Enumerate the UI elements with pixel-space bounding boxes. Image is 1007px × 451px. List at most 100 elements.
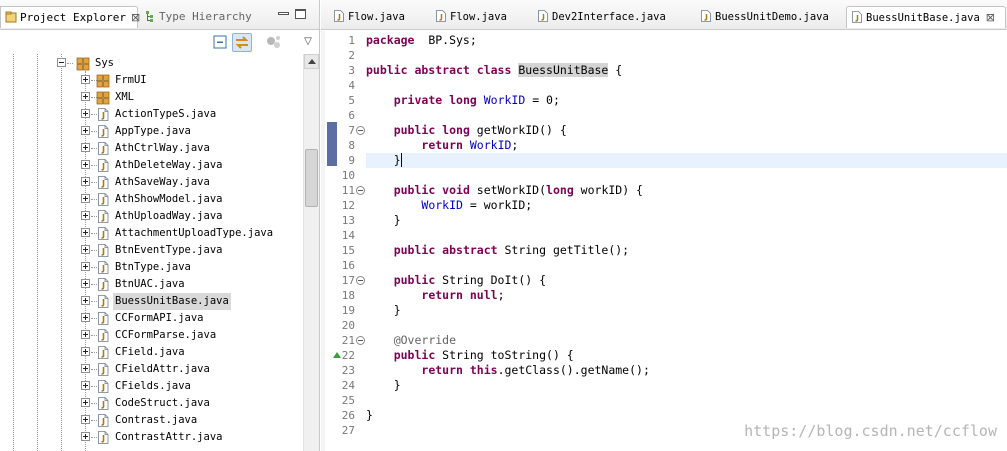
code-line[interactable]: } xyxy=(366,303,1007,318)
tree-row[interactable]: FrmUI xyxy=(0,72,303,89)
code-line[interactable] xyxy=(366,393,1007,408)
code-line[interactable] xyxy=(366,258,1007,273)
expand-icon[interactable] xyxy=(81,398,90,407)
expand-icon[interactable] xyxy=(81,364,90,373)
fold-toggle-icon[interactable] xyxy=(356,336,365,345)
close-icon[interactable]: ⊠ xyxy=(986,7,995,29)
link-with-editor-icon xyxy=(235,36,249,49)
fold-toggle-icon[interactable] xyxy=(356,186,365,195)
focus-task-button[interactable] xyxy=(264,33,284,52)
code-line[interactable] xyxy=(366,48,1007,63)
code-line[interactable]: } xyxy=(366,213,1007,228)
tree-item-label: CFieldAttr.java xyxy=(115,363,210,375)
expand-icon[interactable] xyxy=(81,143,90,152)
expand-icon[interactable] xyxy=(81,347,90,356)
editor-tab[interactable]: Flow.java xyxy=(329,6,425,28)
tab-type-hierarchy[interactable]: Type Hierarchy xyxy=(142,6,272,28)
code-token: String getTitle(); xyxy=(497,243,630,257)
expand-icon[interactable] xyxy=(81,279,90,288)
code-line[interactable]: return this.getClass().getName(); xyxy=(366,363,1007,378)
code-line[interactable]: private long WorkID = 0; xyxy=(366,93,1007,108)
tree-row[interactable]: AthCtrlWay.java xyxy=(0,140,303,157)
expand-icon[interactable] xyxy=(81,75,90,84)
tree-row[interactable]: BtnType.java xyxy=(0,259,303,276)
scroll-up-button[interactable] xyxy=(304,54,319,69)
code-line[interactable]: public String toString() { xyxy=(366,348,1007,363)
tree-row[interactable]: ContrastAttr.java xyxy=(0,429,303,446)
tree-row[interactable]: Sys xyxy=(0,55,303,72)
expand-icon[interactable] xyxy=(81,177,90,186)
fold-toggle-icon[interactable] xyxy=(356,126,365,135)
minimize-button[interactable] xyxy=(278,12,289,15)
code-line[interactable]: } xyxy=(366,153,1007,168)
expand-icon[interactable] xyxy=(81,262,90,271)
tree-row[interactable]: CCFormParse.java xyxy=(0,327,303,344)
expand-icon[interactable] xyxy=(81,194,90,203)
tree-row[interactable]: CFields.java xyxy=(0,378,303,395)
collapse-all-button[interactable] xyxy=(210,33,230,52)
expand-icon[interactable] xyxy=(81,109,90,118)
code-line[interactable]: public void setWorkID(long workID) { xyxy=(366,183,1007,198)
expand-icon[interactable] xyxy=(81,313,90,322)
tree-row[interactable]: CodeStruct.java xyxy=(0,395,303,412)
maximize-button[interactable] xyxy=(295,9,306,19)
code-line[interactable] xyxy=(366,168,1007,183)
override-indicator-icon[interactable] xyxy=(333,352,341,358)
expand-icon[interactable] xyxy=(81,296,90,305)
expand-icon[interactable] xyxy=(81,211,90,220)
tree-row[interactable]: CField.java xyxy=(0,344,303,361)
package-icon xyxy=(96,74,110,88)
expand-icon[interactable] xyxy=(81,415,90,424)
tree-row[interactable]: BtnEventType.java xyxy=(0,242,303,259)
code-line[interactable]: return WorkID; xyxy=(366,138,1007,153)
tree-row[interactable]: AttachmentUploadType.java xyxy=(0,225,303,242)
tree-row[interactable]: XML xyxy=(0,89,303,106)
code-editor[interactable]: package BP.Sys; public abstract class Bue… xyxy=(366,31,1007,451)
view-menu-button[interactable]: ▽ xyxy=(298,33,318,52)
expand-icon[interactable] xyxy=(81,92,90,101)
code-line[interactable] xyxy=(366,78,1007,93)
close-icon[interactable]: ⊠ xyxy=(131,7,140,29)
editor-tab[interactable]: Flow.java xyxy=(431,6,527,28)
code-line[interactable]: public abstract String getTitle(); xyxy=(366,243,1007,258)
editor-tab[interactable]: BuessUnitDemo.java xyxy=(696,6,841,28)
code-line[interactable] xyxy=(366,108,1007,123)
code-line[interactable]: WorkID = workID; xyxy=(366,198,1007,213)
tree-row[interactable]: AthUploadWay.java xyxy=(0,208,303,225)
link-with-editor-button[interactable] xyxy=(232,33,252,52)
expand-icon[interactable] xyxy=(81,245,90,254)
code-line[interactable] xyxy=(366,228,1007,243)
tab-project-explorer[interactable]: Project Explorer ⊠ xyxy=(0,6,140,29)
collapse-icon[interactable] xyxy=(57,58,66,67)
tree-row[interactable]: Contrast.java xyxy=(0,412,303,429)
code-line[interactable] xyxy=(366,318,1007,333)
editor-tab[interactable]: Dev2Interface.java xyxy=(533,6,691,28)
tree-row[interactable]: BtnUAC.java xyxy=(0,276,303,293)
code-line[interactable]: public long getWorkID() { xyxy=(366,123,1007,138)
explorer-scrollbar[interactable] xyxy=(303,54,319,451)
tree-row[interactable]: AthShowModel.java xyxy=(0,191,303,208)
code-line[interactable]: } xyxy=(366,408,1007,423)
fold-toggle-icon[interactable] xyxy=(356,276,365,285)
code-line[interactable]: package BP.Sys; xyxy=(366,33,1007,48)
tree-row[interactable]: ActionTypeS.java xyxy=(0,106,303,123)
tree-row[interactable]: CFieldAttr.java xyxy=(0,361,303,378)
code-line[interactable]: public abstract class BuessUnitBase { xyxy=(366,63,1007,78)
expand-icon[interactable] xyxy=(81,126,90,135)
expand-icon[interactable] xyxy=(81,330,90,339)
tree-row[interactable]: BuessUnitBase.java xyxy=(0,293,303,310)
tree-row[interactable]: AppType.java xyxy=(0,123,303,140)
tree-row[interactable]: CCFormAPI.java xyxy=(0,310,303,327)
tree-row[interactable]: AthSaveWay.java xyxy=(0,174,303,191)
code-line[interactable]: public String DoIt() { xyxy=(366,273,1007,288)
expand-icon[interactable] xyxy=(81,381,90,390)
editor-tab[interactable]: BuessUnitBase.java ⊠ xyxy=(846,6,1006,28)
expand-icon[interactable] xyxy=(81,432,90,441)
tree-row[interactable]: AthDeleteWay.java xyxy=(0,157,303,174)
expand-icon[interactable] xyxy=(81,160,90,169)
expand-icon[interactable] xyxy=(81,228,90,237)
scroll-thumb[interactable] xyxy=(305,149,318,207)
code-line[interactable]: } xyxy=(366,378,1007,393)
code-line[interactable]: @Override xyxy=(366,333,1007,348)
code-line[interactable]: return null; xyxy=(366,288,1007,303)
